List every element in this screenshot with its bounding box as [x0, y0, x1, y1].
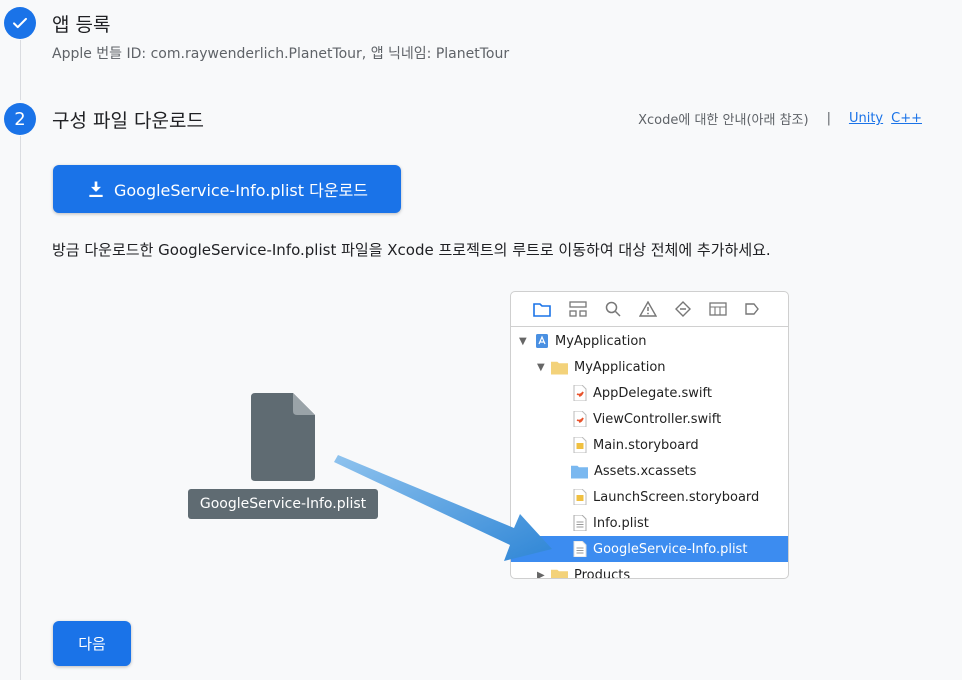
tree-item-label: LaunchScreen.storyboard [593, 489, 760, 505]
step-complete-icon [4, 7, 36, 39]
tree-item-project[interactable]: ▼ MyApplication [511, 328, 788, 354]
tree-item-file[interactable]: ViewController.swift [511, 406, 788, 432]
tree-item-file[interactable]: LaunchScreen.storyboard [511, 484, 788, 510]
disclosure-triangle-icon: ▼ [519, 335, 527, 347]
warning-icon [639, 301, 657, 317]
download-button-label: GoogleService-Info.plist 다운로드 [113, 181, 369, 200]
tree-item-selected[interactable]: GoogleService-Info.plist [511, 536, 788, 562]
tree-item-file[interactable]: AppDelegate.swift [511, 380, 788, 406]
swift-file-icon [573, 385, 587, 401]
next-button[interactable]: 다음 [53, 621, 131, 666]
xcode-navigator: ▼ MyApplication ▼ MyApplication AppDeleg… [510, 291, 789, 579]
storyboard-icon [573, 437, 587, 453]
cpp-link[interactable]: C++ [891, 111, 922, 126]
tree-item-label: ViewController.swift [593, 411, 722, 427]
test-diamond-icon [675, 301, 691, 317]
hierarchy-icon [569, 301, 587, 317]
separator: | [826, 111, 831, 126]
xcode-note: Xcode에 대한 안내(아래 참조) [638, 113, 809, 128]
swift-file-icon [573, 411, 587, 427]
download-plist-button[interactable]: GoogleService-Info.plist 다운로드 [53, 165, 401, 213]
step2-title: 구성 파일 다운로드 [52, 110, 204, 132]
tree-item-label: MyApplication [555, 333, 647, 349]
tag-icon [745, 303, 759, 315]
xcode-toolbar [511, 292, 788, 327]
assets-folder-icon [571, 465, 588, 479]
tree-item-label: GoogleService-Info.plist [593, 541, 748, 557]
instruction-text: 방금 다운로드한 GoogleService-Info.plist 파일을 Xc… [52, 241, 771, 259]
stepper-line [20, 136, 21, 680]
disclosure-triangle-icon: ▶ [537, 569, 545, 579]
list-icon [709, 302, 727, 316]
folder-navigator-icon [533, 303, 551, 317]
plist-file-label: GoogleService-Info.plist [188, 489, 378, 519]
tree-item-label: AppDelegate.swift [593, 385, 712, 401]
tree-item-label: Info.plist [593, 515, 649, 531]
stepper-line [20, 40, 21, 100]
search-icon [605, 301, 621, 317]
storyboard-icon [573, 489, 587, 505]
project-icon [536, 334, 548, 348]
tree-item-group[interactable]: ▼ MyApplication [511, 354, 788, 380]
tree-item-group[interactable]: ▶ Products [511, 562, 788, 579]
tree-item-label: Main.storyboard [593, 437, 699, 453]
tree-item-label: Assets.xcassets [594, 463, 697, 479]
tree-item-label: MyApplication [574, 359, 666, 375]
tree-item-file[interactable]: Main.storyboard [511, 432, 788, 458]
tree-item-label: Products [574, 567, 631, 579]
unity-link[interactable]: Unity [849, 111, 883, 126]
plist-icon [573, 515, 587, 531]
folder-icon [551, 361, 568, 375]
disclosure-triangle-icon: ▼ [537, 361, 545, 373]
folder-icon [551, 569, 568, 578]
platform-links: Xcode에 대한 안내(아래 참조) | Unity C++ [638, 109, 922, 128]
download-icon [89, 181, 103, 197]
tree-item-file[interactable]: Assets.xcassets [511, 458, 788, 484]
step1-subtitle: Apple 번들 ID: com.raywenderlich.PlanetTou… [52, 46, 510, 62]
plist-file-icon [251, 393, 315, 485]
step2-number-badge: 2 [4, 103, 36, 135]
plist-icon [573, 541, 587, 557]
step1-title: 앱 등록 [52, 14, 111, 36]
tree-item-file[interactable]: Info.plist [511, 510, 788, 536]
move-arrow-icon [334, 455, 552, 561]
